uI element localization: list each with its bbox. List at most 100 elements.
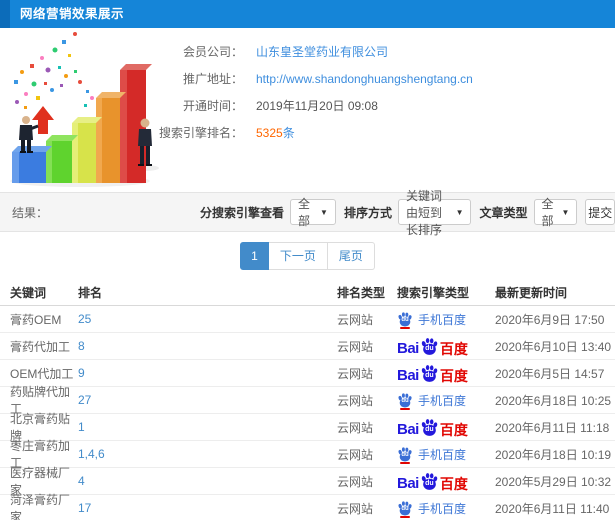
pagination: 1 下一页 尾页 <box>0 232 615 280</box>
col-header-keyword: 关键词 <box>10 286 47 300</box>
baidu-logo-bai: Bai <box>397 339 419 357</box>
info-row-rank-count: 搜索引擎排名： 5325条 <box>0 119 615 146</box>
updated-time-cell: 2020年6月5日 14:57 <box>495 366 605 381</box>
engine-cell: Bai du 百度 <box>397 418 495 437</box>
page-title: 网络营销效果展示 <box>20 7 125 21</box>
baidu-logo-bai: Bai <box>397 420 419 438</box>
updated-time-cell: 2020年6月18日 10:19 <box>495 447 612 462</box>
baidu-logo-cn: 百度 <box>439 340 468 357</box>
rank-type-cell: 云网站 <box>337 339 374 354</box>
baidu-logo-cn: 百度 <box>439 475 468 492</box>
rank-link[interactable]: 1,4,6 <box>78 447 105 461</box>
promo-url-label: 推广地址： <box>182 72 243 86</box>
engine-cell: Bai du 百度 <box>397 364 495 383</box>
col-header-rank-type: 排名类型 <box>337 286 386 300</box>
next-page-button[interactable]: 下一页 <box>268 242 328 270</box>
page-1-button[interactable]: 1 <box>240 242 269 270</box>
mobile-baidu-logo: du 手机百度 <box>397 391 466 410</box>
mobile-baidu-du: du <box>401 316 409 323</box>
mobile-baidu-logo: du 手机百度 <box>397 310 466 329</box>
baidu-logo-du: du <box>425 371 434 379</box>
rank-link[interactable]: 27 <box>78 393 91 407</box>
engine-cell: du 手机百度 <box>397 391 495 410</box>
mobile-baidu-redbar <box>400 461 410 464</box>
engine-cell: du 手机百度 <box>397 310 495 329</box>
engine-select[interactable]: 全部 ▼ <box>290 197 336 228</box>
table-row: 北京膏药贴牌 1 云网站 Bai du 百度 2020年6月11日 11:18 <box>0 412 615 443</box>
mobile-baidu-redbar <box>400 515 410 518</box>
rank-link[interactable]: 1 <box>78 420 85 434</box>
result-label: 结果： <box>12 205 49 220</box>
updated-time-cell: 2020年6月18日 10:25 <box>495 393 612 408</box>
sort-select[interactable]: 关键词由短到长排序 ▼ <box>397 189 472 237</box>
col-header-rank: 排名 <box>78 286 103 300</box>
mobile-baidu-redbar <box>400 407 410 410</box>
submit-button[interactable]: 提交 <box>585 199 615 225</box>
mobile-baidu-label: 手机百度 <box>418 501 467 516</box>
engine-cell: Bai du 百度 <box>397 472 495 491</box>
table-header-row: 关键词 排名 排名类型 搜索引擎类型 最新更新时间 <box>0 280 615 306</box>
open-time-label: 开通时间： <box>182 99 243 113</box>
mobile-baidu-paw-icon: du <box>397 391 413 410</box>
chevron-down-icon: ▼ <box>455 207 464 217</box>
baidu-paw-icon: du <box>420 364 439 383</box>
baidu-logo: Bai du 百度 <box>397 472 468 491</box>
chevron-down-icon: ▼ <box>320 207 328 217</box>
keyword-cell: 膏药OEM <box>10 312 62 327</box>
mobile-baidu-label: 手机百度 <box>418 447 467 462</box>
baidu-logo-du: du <box>425 425 434 433</box>
last-page-button[interactable]: 尾页 <box>327 242 375 270</box>
page-header: 网络营销效果展示 <box>0 0 615 28</box>
table-row: OEM代加工 9 云网站 Bai du 百度 2020年6月5日 14:57 <box>0 360 615 387</box>
rank-type-cell: 云网站 <box>337 447 374 462</box>
info-row-url: 推广地址： http://www.shandonghuangshengtang.… <box>0 65 615 92</box>
rank-link[interactable]: 17 <box>78 501 91 515</box>
open-time-value: 2019年11月20日 09:08 <box>256 99 378 113</box>
rank-link[interactable]: 25 <box>78 312 91 326</box>
rank-type-cell: 云网站 <box>337 366 374 381</box>
table-row: 枣庄膏药加工 1,4,6 云网站 du 手机百度 2020年6月18日 10:19 <box>0 439 615 470</box>
mobile-baidu-paw-icon: du <box>397 445 413 464</box>
rank-count-value: 5325 <box>256 126 283 140</box>
mobile-baidu-paw-icon: du <box>397 310 413 329</box>
updated-time-cell: 2020年6月9日 17:50 <box>495 312 605 327</box>
baidu-logo-du: du <box>425 344 434 352</box>
keyword-rank-table: 关键词 排名 排名类型 搜索引擎类型 最新更新时间 膏药OEM 25 云网站 d… <box>0 280 615 520</box>
keyword-cell: 膏药代加工 <box>10 339 71 354</box>
updated-time-cell: 2020年6月11日 11:40 <box>495 501 610 516</box>
rank-link[interactable]: 4 <box>78 474 85 488</box>
article-type-value: 全部 <box>541 197 554 228</box>
baidu-logo-cn: 百度 <box>439 421 468 438</box>
rank-count-suffix: 条 <box>282 126 295 140</box>
engine-filter-label: 分搜索引擎查看 <box>200 205 285 220</box>
baidu-logo-bai: Bai <box>397 366 419 384</box>
mobile-baidu-logo: du 手机百度 <box>397 445 466 464</box>
updated-time-cell: 2020年6月10日 13:40 <box>495 339 612 354</box>
mobile-baidu-label: 手机百度 <box>418 312 467 327</box>
mobile-baidu-du: du <box>401 397 409 404</box>
mobile-baidu-paw-icon: du <box>397 499 413 518</box>
article-type-select[interactable]: 全部 ▼ <box>533 197 578 228</box>
rank-link[interactable]: 8 <box>78 339 85 353</box>
rank-count-label: 搜索引擎排名： <box>158 126 243 140</box>
mobile-baidu-du: du <box>401 505 409 512</box>
info-row-company: 会员公司： 山东皇圣堂药业有限公司 <box>0 38 615 65</box>
baidu-logo-cn: 百度 <box>439 367 468 384</box>
updated-time-cell: 2020年5月29日 10:32 <box>495 474 612 489</box>
updated-time-cell: 2020年6月11日 11:18 <box>495 420 610 435</box>
promo-url-link[interactable]: http://www.shandonghuangshengtang.cn <box>256 72 473 86</box>
table-row: 膏药OEM 25 云网站 du 手机百度 2020年6月9日 17:50 <box>0 306 615 333</box>
info-row-open-time: 开通时间： 2019年11月20日 09:08 <box>0 92 615 119</box>
baidu-logo: Bai du 百度 <box>397 364 468 383</box>
table-row: 药贴牌代加工 27 云网站 du 手机百度 2020年6月18日 10:25 <box>0 385 615 416</box>
keyword-cell: 菏泽膏药厂家 <box>10 493 71 520</box>
rank-type-cell: 云网站 <box>337 312 374 327</box>
company-link[interactable]: 山东皇圣堂药业有限公司 <box>256 43 388 60</box>
baidu-paw-icon: du <box>420 337 439 356</box>
filter-bar: 结果： 分搜索引擎查看 全部 ▼ 排序方式 关键词由短到长排序 ▼ 文章类型 全… <box>0 189 615 237</box>
table-row: 菏泽膏药厂家 17 云网站 du 手机百度 2020年6月11日 11:40 <box>0 493 615 520</box>
chevron-down-icon: ▼ <box>561 207 570 217</box>
rank-link[interactable]: 9 <box>78 366 85 380</box>
table-row: 医疗器械厂家 4 云网站 Bai du 百度 2020年5月29日 10:32 <box>0 466 615 497</box>
baidu-paw-icon: du <box>420 472 439 491</box>
